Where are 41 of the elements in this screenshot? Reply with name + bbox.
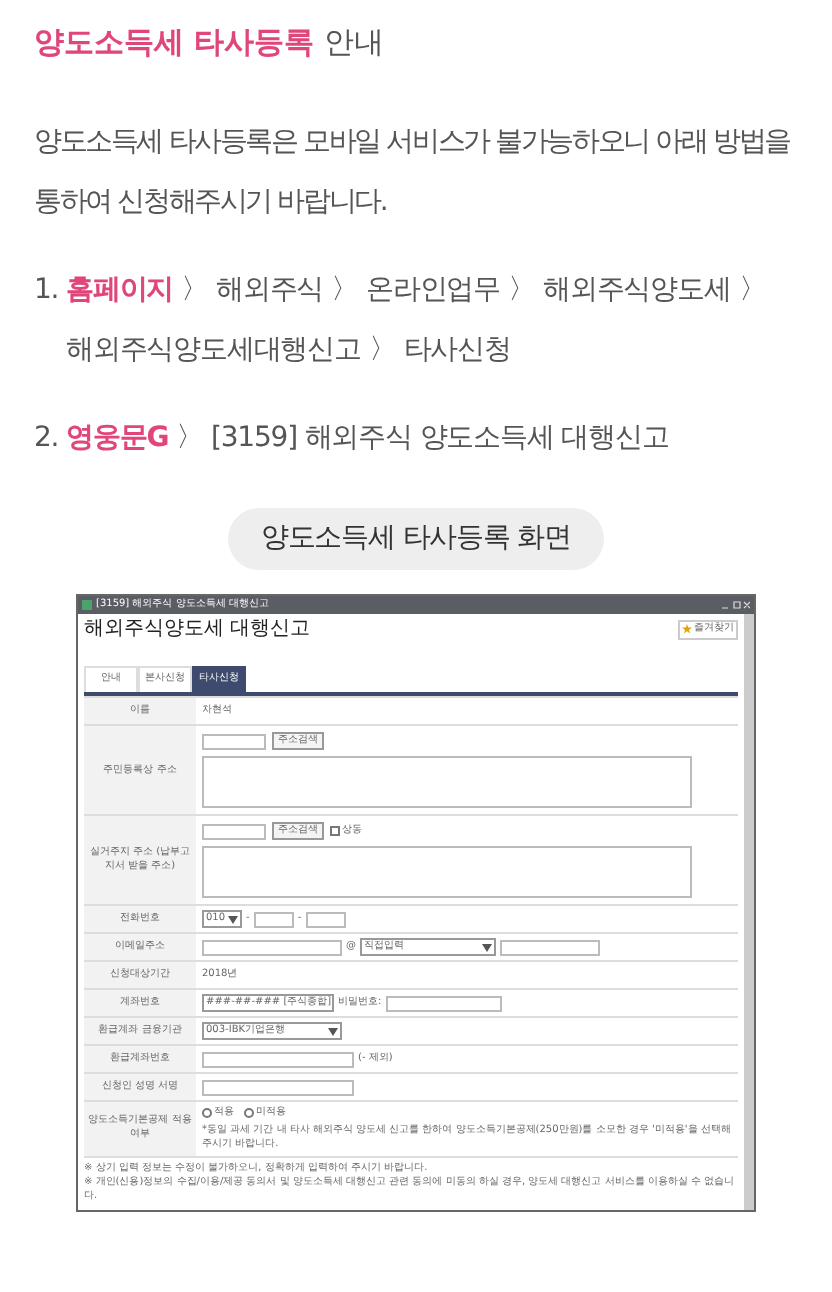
- input-field[interactable]: [202, 1051, 354, 1067]
- radio-button[interactable]: [202, 1108, 212, 1119]
- intro-text: 양도소득세 타사등록은 모바일 서비스가 불가능하오니 아래 방법을 통하여 신청해주시기 바랍니다.: [34, 124, 792, 222]
- menu-path-text: 해외주식양도세대행신고: [66, 332, 361, 370]
- menu-link[interactable]: 홈페이지: [66, 260, 174, 320]
- caret-icon: [482, 943, 492, 951]
- input-field[interactable]: [500, 939, 600, 955]
- separator: 〉: [738, 272, 766, 310]
- input-field[interactable]: [202, 939, 342, 955]
- separator: 〉: [181, 272, 209, 310]
- step-number: 1.: [34, 272, 61, 310]
- radio-button[interactable]: [244, 1108, 254, 1119]
- zip-field[interactable]: [202, 823, 266, 839]
- input-field[interactable]: [305, 911, 346, 927]
- input-field[interactable]: [202, 1079, 354, 1095]
- separator: 〉: [368, 332, 396, 370]
- caret-icon: [328, 1027, 338, 1035]
- zip-field[interactable]: [202, 733, 266, 749]
- page-heading: 양도소득세 타사등록 안내: [34, 24, 385, 60]
- menu-path-text: [3159] 해외주식 양도소득세 대행신고: [211, 420, 669, 458]
- separator: 〉: [331, 272, 359, 310]
- separator: 〉: [508, 272, 535, 310]
- scrollbar[interactable]: [744, 614, 754, 1209]
- menu-link[interactable]: 영웅문G: [66, 408, 169, 468]
- address-textarea[interactable]: [202, 846, 692, 898]
- address-textarea[interactable]: [202, 756, 692, 808]
- window-controls-icon[interactable]: [722, 600, 750, 610]
- password-field[interactable]: [385, 995, 502, 1011]
- app-icon: [82, 600, 92, 610]
- step-number: 2.: [34, 420, 61, 458]
- menu-path-text: 온라인업무: [366, 272, 501, 310]
- window-heading: 해외주식양도세 대행신고: [84, 616, 311, 642]
- separator: 〉: [176, 420, 203, 458]
- checkbox[interactable]: [330, 826, 340, 836]
- star-icon: [682, 624, 692, 635]
- menu-path-text: 해외주식: [216, 272, 324, 310]
- input-field[interactable]: [253, 911, 294, 927]
- menu-path-text: 타사신청: [403, 332, 511, 370]
- screen-label: 양도소득세 타사등록 화면: [228, 508, 604, 570]
- caret-icon: [228, 915, 238, 923]
- menu-path-text: 해외주식양도세: [542, 272, 731, 310]
